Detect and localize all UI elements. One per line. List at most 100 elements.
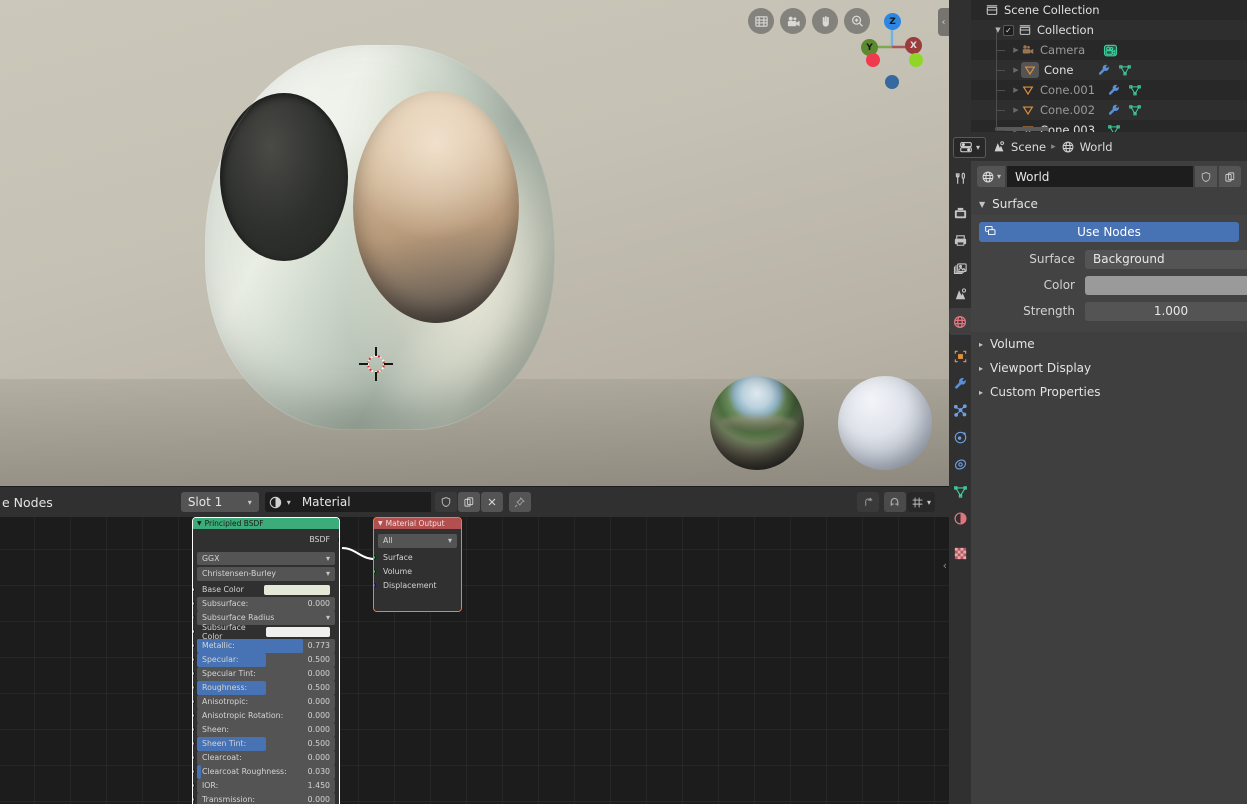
mesh-data-icon[interactable] — [1107, 123, 1121, 132]
socket-input[interactable] — [193, 699, 195, 705]
socket-input[interactable] — [374, 583, 376, 589]
unlink-material-icon[interactable] — [480, 492, 503, 512]
socket-input[interactable] — [193, 601, 195, 607]
property-value-strength[interactable]: 1.000 — [1085, 301, 1247, 321]
panel-header-volume[interactable]: ▸ Volume — [971, 332, 1247, 356]
node-input-row[interactable]: Sheen Tint: 0.500 — [193, 737, 335, 751]
node-input-row[interactable]: Clearcoat Roughness: 0.030 — [193, 765, 335, 779]
node-header[interactable]: ▼ Principled BSDF — [193, 518, 339, 529]
socket-input[interactable] — [193, 741, 195, 747]
node-input-row[interactable]: IOR: 1.450 — [193, 779, 335, 793]
properties-tab-column[interactable] — [949, 161, 971, 804]
node-input-row[interactable]: Metallic: 0.773 — [193, 639, 335, 653]
tab-scene[interactable] — [949, 281, 971, 308]
socket-input[interactable] — [193, 713, 195, 719]
node-input-row[interactable]: Transmission: 0.000 — [193, 793, 335, 804]
node-principled-bsdf[interactable]: ▼ Principled BSDF BSDF GGX ▾ Christensen… — [192, 517, 340, 804]
node-header[interactable]: ▼ Material Output — [374, 518, 461, 529]
color-swatch[interactable] — [1085, 275, 1247, 295]
node-editor-collapse-arrow[interactable]: ‹ — [943, 559, 947, 572]
gizmo-axis-neg-y[interactable] — [866, 53, 880, 67]
mesh-data-icon[interactable] — [1128, 103, 1142, 117]
node-input-row[interactable]: Volume — [374, 565, 457, 579]
fake-user-shield-icon[interactable] — [1195, 166, 1217, 187]
use-nodes-button[interactable]: Use Nodes — [979, 222, 1239, 242]
gizmo-axis-x[interactable]: X — [905, 37, 922, 54]
socket-input[interactable] — [374, 555, 376, 561]
gizmo-axis-z[interactable]: Z — [884, 13, 901, 30]
expand-triangle-icon[interactable]: ▶ — [1011, 46, 1021, 54]
node-input-row[interactable]: Specular: 0.500 — [193, 653, 335, 667]
node-input-row[interactable]: Anisotropic Rotation: 0.000 — [193, 709, 335, 723]
socket-input[interactable] — [193, 629, 195, 635]
node-material-output[interactable]: ▼ Material Output All ▾ Surface Volume Dis… — [373, 517, 462, 612]
node-input-row[interactable]: Specular Tint: 0.000 — [193, 667, 335, 681]
expand-triangle-icon[interactable]: ▶ — [1011, 66, 1021, 74]
panel-header-surface[interactable]: ▼ Surface — [971, 193, 1247, 215]
node-subsurface-method-select[interactable]: Christensen-Burley ▾ — [197, 567, 335, 581]
outliner-row-collection[interactable]: ▼ ✓ Collection — [971, 20, 1247, 40]
node-input-row[interactable]: Subsurface: 0.000 — [193, 597, 335, 611]
socket-input[interactable] — [193, 685, 195, 691]
fake-user-shield-icon[interactable] — [434, 492, 457, 512]
toggle-xray-icon[interactable] — [748, 8, 774, 34]
color-swatch[interactable] — [264, 584, 330, 595]
pin-icon[interactable] — [508, 492, 531, 512]
3d-cursor-icon[interactable] — [359, 347, 393, 381]
visibility-checkbox[interactable]: ✓ — [1003, 24, 1014, 36]
modifier-icon[interactable] — [1107, 83, 1121, 97]
mesh-data-icon[interactable] — [1128, 83, 1142, 97]
camera-view-icon[interactable] — [780, 8, 806, 34]
viewport-collapse-arrow[interactable]: ‹ — [938, 8, 949, 36]
tab-object[interactable] — [949, 343, 971, 370]
3d-viewport[interactable]: Z Y X ‹ — [0, 0, 949, 486]
tab-modifiers[interactable] — [949, 370, 971, 397]
node-distribution-select[interactable]: GGX ▾ — [197, 551, 335, 565]
outliner-row-cone[interactable]: ▶ Cone — [971, 60, 1247, 80]
material-slot-dropdown[interactable]: Slot 1 ▾ — [180, 492, 259, 512]
navigation-gizmo[interactable]: Z Y X — [852, 5, 936, 91]
expand-triangle-icon[interactable]: ▶ — [1011, 106, 1021, 114]
socket-input[interactable] — [193, 783, 195, 789]
editor-type-dropdown[interactable]: ▾ — [953, 136, 987, 158]
tab-output[interactable] — [949, 227, 971, 254]
socket-input[interactable] — [193, 727, 195, 733]
expand-triangle-icon[interactable]: ▸ — [979, 388, 983, 397]
copy-material-icon[interactable] — [457, 492, 480, 512]
node-target-select[interactable]: All ▾ — [378, 534, 457, 548]
tab-world[interactable] — [949, 308, 971, 335]
world-browse-dropdown[interactable]: ▾ — [977, 166, 1005, 187]
node-output-bsdf[interactable]: BSDF — [197, 531, 339, 547]
expand-triangle-icon[interactable]: ▶ — [1011, 86, 1021, 94]
socket-input[interactable] — [193, 755, 195, 761]
color-swatch[interactable] — [266, 626, 330, 637]
tab-data[interactable] — [949, 478, 971, 505]
snap-mode-dropdown[interactable]: ▾ — [906, 492, 935, 512]
gizmo-axis-neg-z[interactable] — [885, 75, 899, 89]
socket-input[interactable] — [374, 569, 376, 575]
material-name-field[interactable]: Material — [294, 492, 431, 512]
properties-body[interactable]: ▾ World ▼ Surface Use Nodes Surface Back… — [971, 161, 1247, 804]
tab-constraints[interactable] — [949, 451, 971, 478]
outliner-row-cone-001[interactable]: ▶ Cone.001 — [971, 80, 1247, 100]
outliner-row-scene collection[interactable]: Scene Collection — [971, 0, 1247, 20]
node-input-row[interactable]: Roughness: 0.500 — [193, 681, 335, 695]
move-view-icon[interactable] — [812, 8, 838, 34]
modifier-icon[interactable] — [1107, 103, 1121, 117]
parent-up-arrow-icon[interactable] — [856, 492, 879, 512]
node-input-row[interactable]: Clearcoat: 0.000 — [193, 751, 335, 765]
collapse-triangle-icon[interactable]: ▼ — [993, 26, 1003, 34]
socket-input[interactable] — [193, 587, 195, 593]
node-input-row[interactable]: Surface — [374, 551, 457, 565]
socket-input[interactable] — [193, 797, 195, 803]
property-value-surface[interactable]: Background — [1085, 249, 1247, 269]
material-browse-dropdown[interactable]: ▾ — [264, 492, 295, 512]
outliner-row-camera[interactable]: ▶ Camera — [971, 40, 1247, 60]
collapse-triangle-icon[interactable]: ▼ — [979, 200, 985, 209]
collapse-triangle-icon[interactable]: ▼ — [378, 520, 383, 527]
socket-input[interactable] — [193, 769, 195, 775]
panel-header-custom-properties[interactable]: ▸ Custom Properties — [971, 380, 1247, 404]
tab-physics[interactable] — [949, 424, 971, 451]
socket-bsdf-out[interactable] — [337, 536, 339, 542]
node-input-row[interactable]: Base Color — [193, 583, 335, 597]
